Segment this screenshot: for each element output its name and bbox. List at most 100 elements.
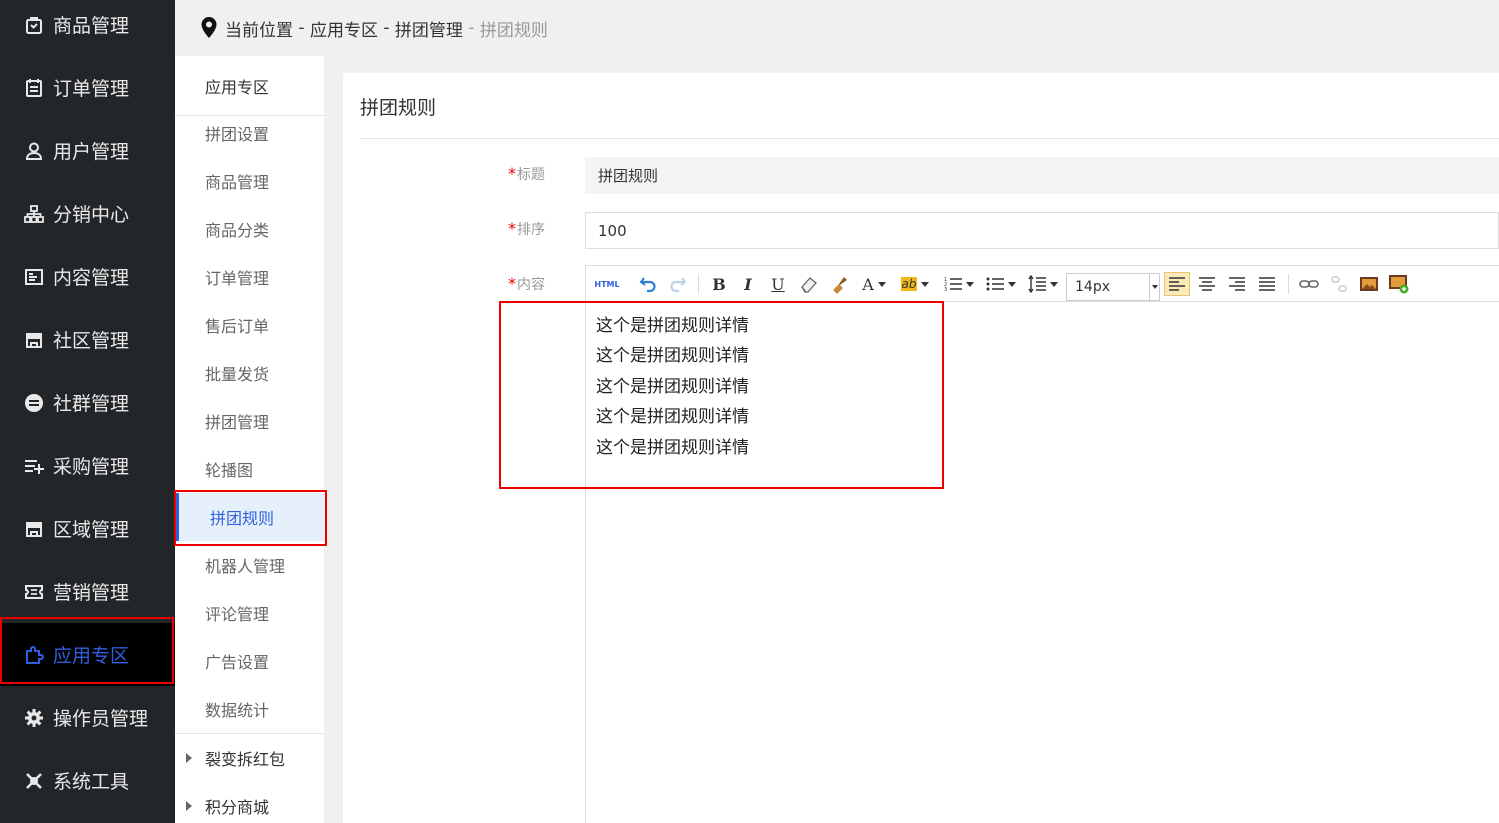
- sort-label: *排序: [508, 219, 545, 239]
- undo-icon[interactable]: [636, 272, 660, 296]
- image-icon[interactable]: [1356, 272, 1382, 296]
- sidebar-item-label: 营销管理: [53, 582, 130, 604]
- submenu-item[interactable]: 评论管理: [175, 589, 324, 637]
- editor-content[interactable]: 这个是拼团规则详情 这个是拼团规则详情 这个是拼团规则详情 这个是拼团规则详情 …: [596, 311, 749, 463]
- sort-field[interactable]: 100: [585, 212, 1499, 249]
- sidebar-item-label: 社群管理: [53, 393, 130, 415]
- document-icon: [24, 267, 44, 287]
- rich-text-editor: HTML B I U A ab 123 14px 这个是拼团规则详情 这个是拼团…: [585, 265, 1499, 823]
- html-source-button[interactable]: HTML: [594, 272, 620, 296]
- secondary-menu: 应用专区 拼团设置 商品管理 商品分类 订单管理 售后订单 批量发货 拼团管理 …: [175, 56, 324, 823]
- submenu-group[interactable]: 裂变拆红包: [175, 734, 324, 782]
- format-painter-icon[interactable]: [826, 272, 852, 296]
- page-title: 拼团规则: [360, 97, 437, 119]
- sidebar-item-operators[interactable]: 操作员管理: [0, 686, 175, 749]
- sidebar-item-users[interactable]: 用户管理: [0, 119, 175, 182]
- sidebar-item-content[interactable]: 内容管理: [0, 245, 175, 308]
- ticket-icon: [24, 582, 44, 602]
- submenu-item[interactable]: 售后订单: [175, 301, 324, 349]
- submenu-item[interactable]: 机器人管理: [175, 541, 324, 589]
- breadcrumb-separator: -: [377, 18, 395, 38]
- list-add-icon: [24, 456, 44, 476]
- line-height-icon[interactable]: [1026, 272, 1060, 296]
- submenu-item[interactable]: 广告设置: [175, 637, 324, 685]
- location-pin-icon: [201, 17, 217, 38]
- breadcrumb-prefix: 当前位置: [225, 20, 293, 41]
- unlink-icon[interactable]: [1326, 272, 1352, 296]
- insert-image-icon[interactable]: [1386, 272, 1412, 296]
- sidebar-item-marketing[interactable]: 营销管理: [0, 560, 175, 623]
- sidebar-item-distribution[interactable]: 分销中心: [0, 182, 175, 245]
- group-icon: [24, 393, 44, 413]
- content-label: *内容: [508, 274, 545, 294]
- submenu-item[interactable]: 订单管理: [175, 253, 324, 301]
- sidebar-item-label: 社区管理: [53, 330, 130, 352]
- store-icon: [24, 330, 44, 350]
- shopping-bag-icon: [24, 15, 44, 35]
- divider: [360, 138, 1499, 139]
- sidebar-item-label: 区域管理: [53, 519, 130, 541]
- align-right-icon[interactable]: [1224, 272, 1250, 296]
- sidebar-item-community[interactable]: 社区管理: [0, 308, 175, 371]
- main-sidebar: 商品管理 订单管理 用户管理 分销中心 内容管理 社区管理 社群管理 采购管理 …: [0, 0, 175, 823]
- redo-icon[interactable]: [666, 272, 690, 296]
- store-icon: [24, 519, 44, 539]
- sidebar-item-label: 系统工具: [53, 771, 130, 793]
- submenu-item[interactable]: 轮播图: [175, 445, 324, 493]
- org-tree-icon: [24, 204, 44, 224]
- sidebar-item-label: 采购管理: [53, 456, 130, 478]
- align-justify-icon[interactable]: [1254, 272, 1280, 296]
- link-icon[interactable]: [1296, 272, 1322, 296]
- sidebar-item-label: 分销中心: [53, 204, 130, 226]
- submenu-item[interactable]: 拼团设置: [175, 109, 324, 157]
- breadcrumb-item[interactable]: 应用专区: [310, 16, 378, 41]
- submenu-item[interactable]: 拼团管理: [175, 397, 324, 445]
- italic-icon[interactable]: I: [736, 272, 760, 296]
- svg-text:3: 3: [944, 287, 947, 292]
- sidebar-item-label: 应用专区: [53, 645, 130, 667]
- breadcrumb: 当前位置 - 应用专区 - 拼团管理 - 拼团规则: [175, 0, 1499, 56]
- title-field[interactable]: 拼团规则: [585, 157, 1499, 194]
- caret-right-icon: [186, 753, 192, 763]
- eraser-icon[interactable]: [796, 272, 822, 296]
- submenu-item[interactable]: 批量发货: [175, 349, 324, 397]
- sidebar-item-group[interactable]: 社群管理: [0, 371, 175, 434]
- breadcrumb-current: 拼团规则: [479, 20, 548, 41]
- submenu-group-label: 裂变拆红包: [205, 750, 286, 769]
- sidebar-item-goods[interactable]: 商品管理: [0, 0, 175, 56]
- breadcrumb-item[interactable]: 拼团管理: [395, 16, 463, 41]
- sidebar-item-purchase[interactable]: 采购管理: [0, 434, 175, 497]
- caret-right-icon: [186, 801, 192, 811]
- breadcrumb-separator: -: [462, 18, 480, 38]
- submenu-item[interactable]: 商品分类: [175, 205, 324, 253]
- align-center-icon[interactable]: [1194, 272, 1220, 296]
- highlight-color-button[interactable]: ab: [896, 272, 934, 296]
- font-color-button[interactable]: A: [858, 272, 890, 296]
- content-label-text: 内容: [517, 277, 545, 293]
- submenu-group[interactable]: 积分商城: [175, 782, 324, 823]
- underline-icon[interactable]: U: [766, 272, 790, 296]
- sidebar-item-region[interactable]: 区域管理: [0, 497, 175, 560]
- align-left-icon[interactable]: [1164, 272, 1190, 296]
- bold-icon[interactable]: B: [706, 272, 732, 296]
- main-panel: 拼团规则 *标题 拼团规则 *排序 100 *内容 HTML B I U A a…: [343, 73, 1499, 823]
- submenu-item-active[interactable]: 拼团规则: [175, 493, 324, 541]
- editor-toolbar: HTML B I U A ab 123 14px: [586, 266, 1499, 302]
- submenu-title[interactable]: 应用专区: [175, 56, 324, 116]
- ordered-list-icon[interactable]: 123: [942, 272, 976, 296]
- content-line: 这个是拼团规则详情: [596, 316, 749, 336]
- sidebar-item-apps[interactable]: 应用专区: [0, 623, 175, 686]
- unordered-list-icon[interactable]: [984, 272, 1018, 296]
- sidebar-item-system-tools[interactable]: 系统工具: [0, 749, 175, 812]
- submenu-item[interactable]: 数据统计: [175, 685, 324, 733]
- submenu-item[interactable]: 商品管理: [175, 157, 324, 205]
- puzzle-icon: [24, 645, 44, 665]
- gear-icon: [24, 708, 44, 728]
- breadcrumb-separator: -: [293, 18, 310, 38]
- sort-label-text: 排序: [517, 222, 545, 238]
- sidebar-item-orders[interactable]: 订单管理: [0, 56, 175, 119]
- toolbar-separator: [698, 274, 699, 294]
- sidebar-item-label: 内容管理: [53, 267, 130, 289]
- font-size-select[interactable]: 14px: [1066, 273, 1160, 301]
- required-marker: *: [508, 164, 516, 183]
